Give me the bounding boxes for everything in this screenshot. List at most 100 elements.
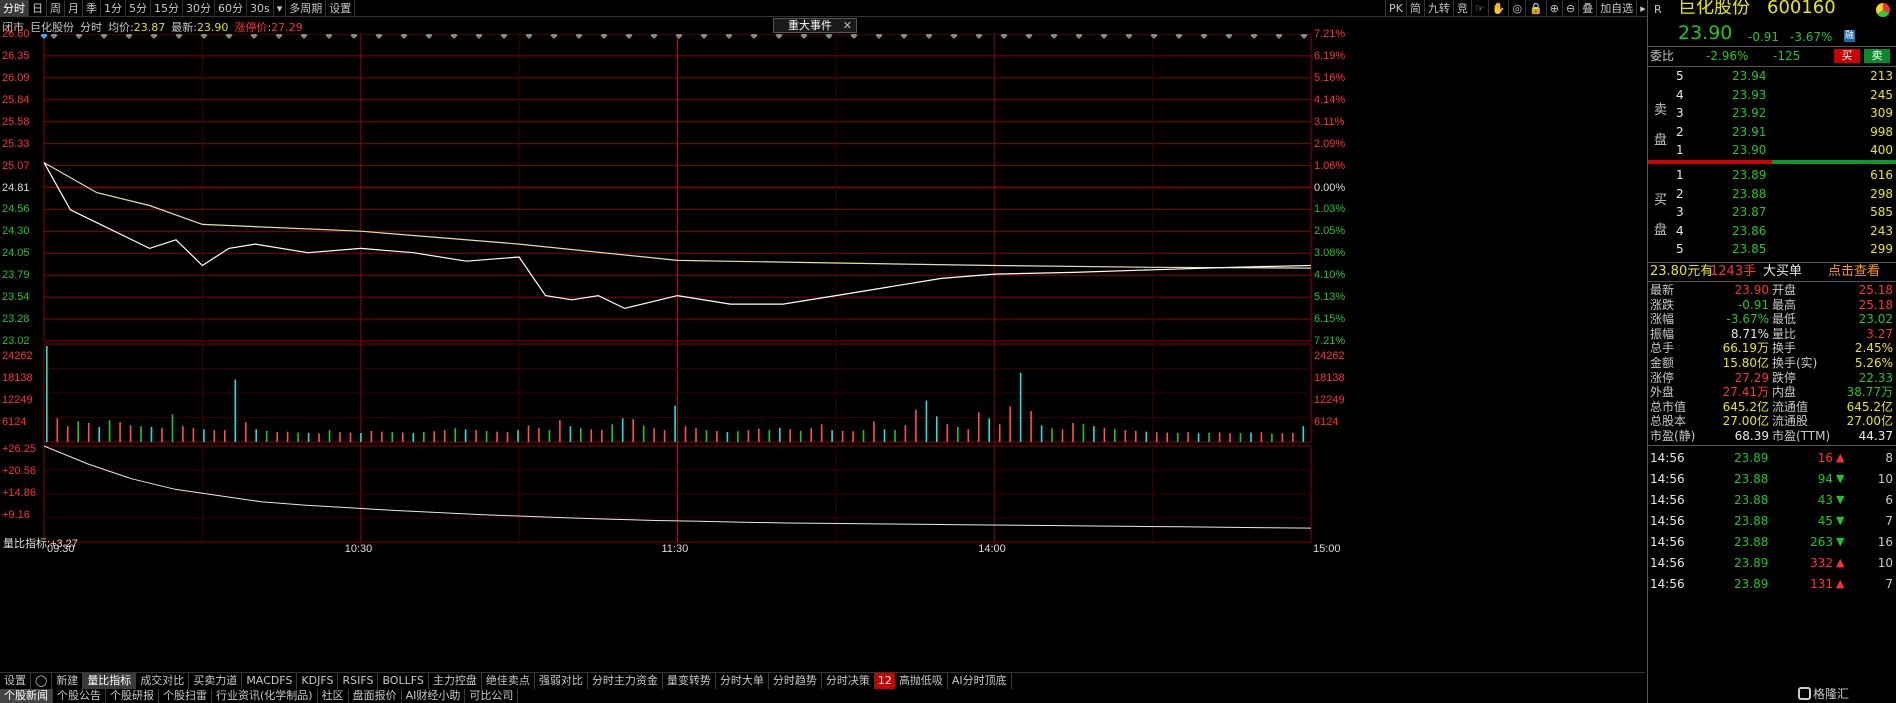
big-order-link[interactable]: 点击查看 [1828, 263, 1880, 281]
period-tab[interactable]: 多周期 [286, 0, 327, 17]
period-tab[interactable]: 60分 [215, 0, 247, 17]
info-tab[interactable]: 个股研报 [106, 689, 159, 703]
asks-row: 3 23.92 309 [1648, 104, 1896, 122]
chart-tool-button[interactable]: ⊖ [1561, 0, 1578, 17]
indicator-tab[interactable]: 强弱对比 [535, 672, 588, 689]
volume-bar [46, 346, 48, 442]
period-tab[interactable]: 30s [247, 0, 274, 17]
chart-tool-button[interactable]: 叠 [1578, 0, 1596, 17]
info-tab[interactable]: 行业资讯(化学制品) [212, 689, 318, 703]
period-tab[interactable]: 30分 [183, 0, 215, 17]
period-tab[interactable]: ▾ [274, 0, 287, 17]
event-marker [700, 34, 708, 40]
info-tab[interactable]: 可比公司 [465, 689, 519, 703]
volume-bar [129, 425, 132, 442]
event-marker [875, 34, 883, 40]
indicator-tab[interactable]: 分时决策 [822, 672, 875, 689]
big-order-price: 23.80元有 [1650, 264, 1714, 279]
period-tab[interactable]: 5分 [126, 0, 151, 17]
intraday-chart[interactable] [0, 34, 1647, 670]
sell-button[interactable]: 卖 [1864, 49, 1890, 63]
period-tab[interactable]: 周 [47, 0, 65, 17]
indicator-tab[interactable]: 买卖力道 [189, 672, 243, 689]
period-tab[interactable]: 季 [83, 0, 101, 17]
event-marker [325, 34, 333, 40]
big-order-row: 23.80元有 1243手 大买单 点击查看 [1648, 263, 1896, 281]
volume-bar [904, 425, 907, 442]
info-tab[interactable]: 个股新闻 [0, 689, 53, 703]
event-marker [250, 34, 258, 40]
indicator-tab[interactable]: KDJFS [297, 672, 339, 689]
stat-row: 市盈(静) 68.39 市盈(TTM) 44.37 [1648, 429, 1896, 444]
indicator-tab[interactable]: AI分时顶底 [948, 672, 1012, 689]
indicator-tab[interactable]: MACDFS [242, 672, 298, 689]
chart-tool-button[interactable]: 🔒 [1525, 0, 1546, 17]
period-tab[interactable]: 1分 [101, 0, 126, 17]
time-tick-label: 14:00 [978, 543, 1006, 555]
volume-bar [66, 426, 69, 442]
indicator-tab[interactable]: 主力控盘 [429, 672, 482, 689]
indicator-tab[interactable]: 绝佳卖点 [482, 672, 535, 689]
period-tab[interactable]: 15分 [151, 0, 183, 17]
indicator-tab[interactable]: 分时大单 [716, 672, 769, 689]
chart-tool-button[interactable]: 简 [1405, 0, 1424, 17]
chart-tool-button[interactable]: PK [1385, 0, 1406, 17]
arrow-up-icon: ▲ [1836, 451, 1845, 464]
buy-side-label-2: 盘 [1654, 223, 1668, 238]
tick-time: 14:56 [1650, 514, 1685, 528]
indicator-tab[interactable]: ◯ [31, 672, 53, 689]
major-event-tag[interactable]: 重大事件 ✕ [773, 18, 857, 33]
info-tab[interactable]: 个股公告 [53, 689, 106, 703]
chart-info-bar: 闭市 巨化股份 分时 均价:23.87 最新:23.90 涨停价:27.29 [2, 20, 303, 34]
volume-bar [1040, 425, 1043, 442]
volume-bar [799, 430, 802, 442]
volume-bar [1051, 428, 1053, 442]
buy-button[interactable]: 买 [1834, 49, 1860, 63]
period-tab[interactable]: 设置 [326, 0, 356, 17]
chart-tool-button[interactable]: ⊕ [1545, 0, 1562, 17]
chart-tool-button[interactable]: ☞ [1470, 0, 1488, 17]
info-tab[interactable]: 盘面报价 [349, 689, 402, 703]
info-tab[interactable]: AI财经小助 [402, 689, 466, 703]
chart-tool-button[interactable]: 竞 [1452, 0, 1471, 17]
chart-tool-button[interactable]: 九转 [1423, 0, 1453, 17]
indicator-tab[interactable]: 新建 [52, 672, 84, 689]
indicator-tab[interactable]: 12 [874, 672, 895, 689]
period-tab[interactable]: 日 [29, 0, 47, 17]
indicator-tab[interactable]: BOLLFS [378, 672, 429, 689]
period-tab[interactable]: 月 [65, 0, 83, 17]
indicator-tab[interactable]: 设置 [0, 672, 31, 689]
volume-bar [182, 426, 184, 442]
chart-tool-button[interactable]: 加自选 [1596, 0, 1636, 17]
chart-tool-button[interactable]: ◎ [1508, 0, 1525, 17]
volume-bar [789, 429, 791, 442]
price-tick-label: 25.07 [2, 159, 30, 172]
volume-bar [977, 412, 980, 442]
indicator-tab[interactable]: 成交对比 [136, 672, 190, 689]
close-icon[interactable]: ✕ [843, 19, 852, 32]
volume-bar [1176, 432, 1179, 442]
indicator-tab[interactable]: RSIFS [338, 672, 379, 689]
stat-value: 23.90 [1734, 283, 1769, 297]
volume-bar [538, 428, 540, 442]
percent-tick-label: 7.21% [1314, 335, 1346, 347]
stat-label: 最新 [1650, 283, 1675, 297]
event-marker [125, 34, 133, 40]
stat-row: 总股本 27.00亿 流通股 27.00亿 [1648, 414, 1896, 429]
volume-bar [517, 430, 519, 442]
period-tab[interactable]: 分时 [0, 0, 29, 17]
indicator-tab[interactable]: 量变转势 [663, 672, 716, 689]
info-tab[interactable]: 社区 [318, 689, 349, 703]
chart-tool-button[interactable]: ✋ [1487, 0, 1509, 17]
indicator-tab[interactable]: 高抛低吸 [895, 672, 948, 689]
info-tab[interactable]: 个股扫雷 [159, 689, 212, 703]
indicator-tab[interactable]: 分时趋势 [769, 672, 822, 689]
event-marker [1075, 34, 1083, 40]
volume-bar [433, 431, 435, 442]
tick-count: 10 [1877, 556, 1893, 570]
indicator-tab[interactable]: 量比指标 [83, 672, 137, 689]
volume-bar [841, 430, 844, 442]
volume-bar [1197, 433, 1200, 442]
pie-icon[interactable] [1876, 3, 1890, 17]
indicator-tab[interactable]: 分时主力资金 [588, 672, 663, 689]
